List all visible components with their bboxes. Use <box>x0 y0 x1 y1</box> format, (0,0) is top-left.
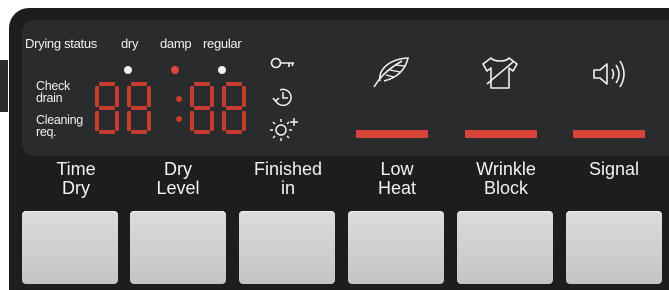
timer-colon-bottom <box>176 116 182 122</box>
digit-3-segment <box>226 130 242 134</box>
digit-1-segment <box>131 130 147 134</box>
signal-indicator-bar <box>573 130 645 138</box>
digit-3-segment <box>226 106 242 110</box>
check-drain-label: Check drain <box>36 79 70 105</box>
signal-label: Signal <box>588 159 640 179</box>
digit-0-segment <box>95 86 99 107</box>
time-dry-button[interactable] <box>22 211 118 284</box>
digit-2-segment <box>210 86 214 107</box>
wrinkle-block-label: Wrinkle Block <box>476 159 536 198</box>
status-regular-label: regular <box>203 36 242 51</box>
low-heat-button[interactable] <box>348 211 444 284</box>
digit-1-segment <box>131 82 147 86</box>
timer-display <box>95 80 265 145</box>
finished-in-label: Finished in <box>253 159 323 198</box>
digit-1-segment <box>147 86 151 107</box>
wrinkle-block-indicator-bar <box>465 130 537 138</box>
dry-level-button[interactable] <box>130 211 226 284</box>
drying-status-title: Drying status <box>25 36 97 51</box>
signal-button[interactable] <box>566 211 662 284</box>
status-damp-indicator <box>171 66 179 74</box>
digit-2-segment <box>210 111 214 131</box>
digit-3-segment <box>222 86 226 107</box>
low-heat-indicator-bar <box>356 130 428 138</box>
time-dry-label: Time Dry <box>56 159 96 198</box>
timer-segments <box>95 82 246 134</box>
digit-0-segment <box>115 111 119 131</box>
feather-icon <box>370 55 414 96</box>
wrinkle-block-button[interactable] <box>457 211 553 284</box>
digit-0-segment <box>99 130 115 134</box>
shirt-icon <box>479 54 519 97</box>
key-lock-icon <box>270 56 296 75</box>
brightness-plus-icon <box>270 114 302 147</box>
digit-3-segment <box>226 82 242 86</box>
status-dry-indicator <box>124 66 132 74</box>
speaker-icon <box>592 60 628 93</box>
digit-0-segment <box>115 86 119 107</box>
digit-1-segment <box>147 111 151 131</box>
status-dry-label: dry <box>121 36 139 51</box>
digit-0-segment <box>99 106 115 110</box>
delay-timer-icon <box>272 85 294 114</box>
digit-3-segment <box>242 86 246 107</box>
status-regular-indicator <box>218 66 226 74</box>
digit-2-segment <box>194 106 210 110</box>
dry-level-label: Dry Level <box>156 159 200 198</box>
digit-1-segment <box>127 86 131 107</box>
digit-0-segment <box>99 82 115 86</box>
digit-3-segment <box>242 111 246 131</box>
digit-2-segment <box>194 82 210 86</box>
low-heat-label: Low Heat <box>377 159 417 198</box>
digit-1-segment <box>131 106 147 110</box>
digit-3-segment <box>222 111 226 131</box>
digit-1-segment <box>127 111 131 131</box>
panel-edge-tab <box>0 60 8 112</box>
cleaning-required-label: Cleaning req. <box>36 113 83 139</box>
digit-2-segment <box>190 111 194 131</box>
timer-colon-top <box>176 96 182 102</box>
status-damp-label: damp <box>160 36 192 51</box>
digit-2-segment <box>194 130 210 134</box>
digit-0-segment <box>95 111 99 131</box>
digit-2-segment <box>190 86 194 107</box>
finished-in-button[interactable] <box>239 211 335 284</box>
